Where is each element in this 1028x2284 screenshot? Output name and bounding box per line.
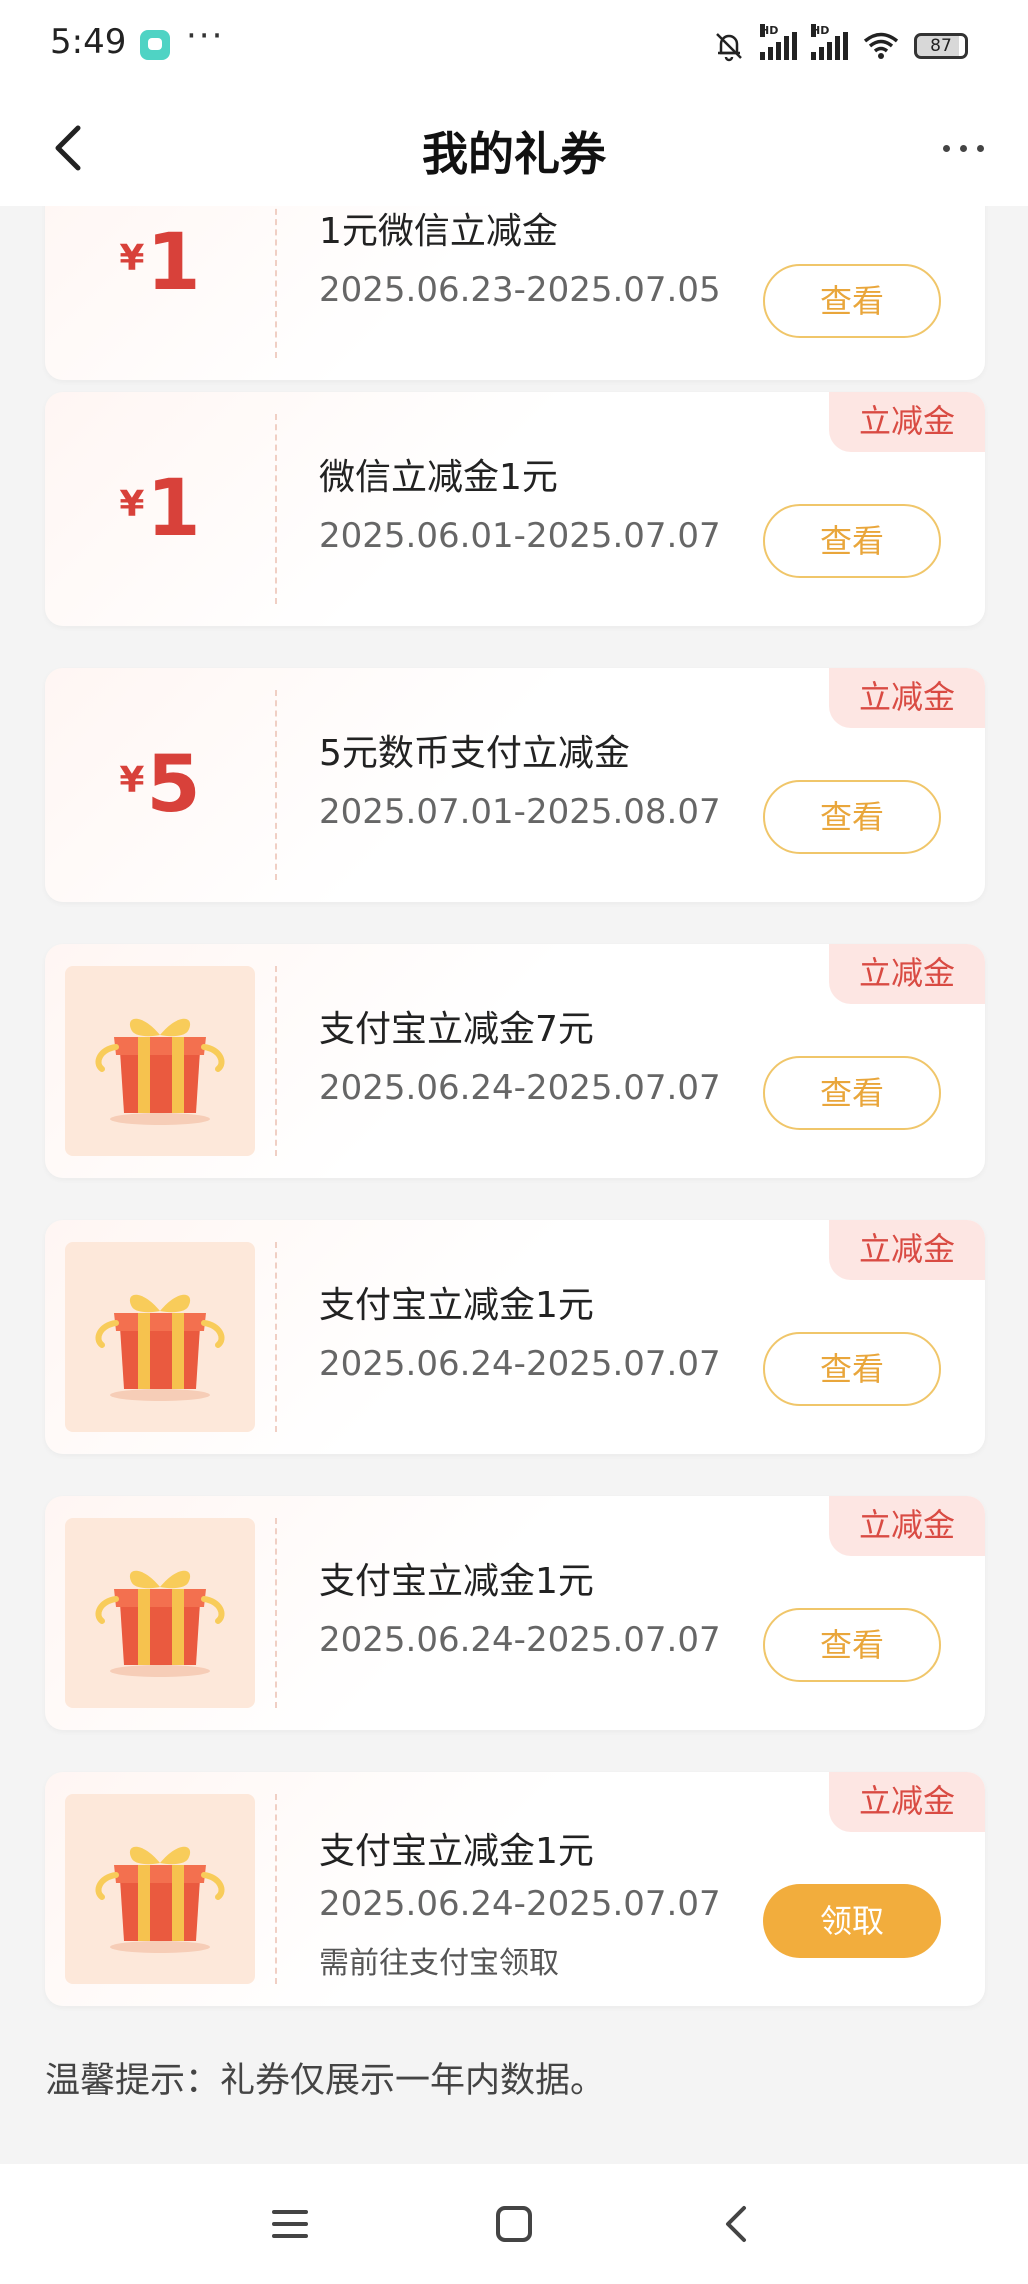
coupon-card[interactable]: 立减金 支付宝立减金1元 2025.06.24-2025.07.07 需前往支付… xyxy=(45,1772,985,2006)
wifi-icon xyxy=(863,32,899,59)
coupon-amount: 1 xyxy=(146,218,201,308)
signal-icon-2: HD xyxy=(811,24,848,60)
mute-bell-icon xyxy=(716,33,742,62)
battery-indicator: 87 xyxy=(914,33,968,59)
signal-icon-1: HD xyxy=(760,24,797,60)
coupon-date: 2025.06.24-2025.07.07 xyxy=(319,1068,721,1108)
view-button[interactable]: 查看 xyxy=(763,1332,941,1406)
coupon-type-tag: 立减金 xyxy=(829,1220,985,1280)
dot-icon xyxy=(942,144,950,152)
coupon-type-tag: 立减金 xyxy=(829,392,985,452)
coupon-title: 支付宝立减金1元 xyxy=(319,1285,594,1326)
back-nav-button[interactable] xyxy=(708,2194,768,2254)
status-bar: 5:49 ··· HD HD 87 xyxy=(0,0,1028,90)
coupon-title: 微信立减金1元 xyxy=(319,457,558,498)
tip-text: 温馨提示：礼券仅展示一年内数据。 xyxy=(45,2061,606,2101)
view-button[interactable]: 查看 xyxy=(763,780,941,854)
gift-box-icon xyxy=(65,966,255,1156)
coupon-type-tag: 立减金 xyxy=(829,1496,985,1556)
view-button[interactable]: 查看 xyxy=(763,264,941,338)
gift-box-icon xyxy=(65,1242,255,1432)
dot-icon xyxy=(959,144,967,152)
page-title: 我的礼券 xyxy=(422,127,606,181)
currency-symbol: ¥ xyxy=(119,238,145,279)
dashed-divider xyxy=(275,690,277,880)
coupon-title: 5元数币支付立减金 xyxy=(319,733,630,774)
status-time: 5:49 xyxy=(50,22,127,62)
more-notifications-icon: ··· xyxy=(186,16,225,56)
coupon-amount: 5 xyxy=(146,740,201,830)
coupon-thumbnail xyxy=(45,1220,275,1454)
coupon-thumbnail xyxy=(45,1772,275,2006)
currency-symbol: ¥ xyxy=(119,484,145,525)
status-indicators: HD HD 87 xyxy=(712,24,968,66)
coupon-date: 2025.06.24-2025.07.07 xyxy=(319,1884,721,1924)
dashed-divider xyxy=(275,966,277,1156)
chat-notification-icon xyxy=(140,30,170,60)
gift-box-icon xyxy=(65,1794,255,1984)
system-nav-bar xyxy=(0,2164,1028,2284)
menu-button[interactable] xyxy=(260,2194,320,2254)
coupon-title: 支付宝立减金1元 xyxy=(319,1831,594,1872)
coupon-list: ¥1 1元微信立减金 2025.06.23-2025.07.05 查看 立减金 … xyxy=(0,206,1028,2164)
dashed-divider xyxy=(275,414,277,604)
coupon-note: 需前往支付宝领取 xyxy=(319,1946,559,1981)
coupon-value: ¥1 xyxy=(45,206,275,380)
page-header: 我的礼券 xyxy=(0,90,1028,206)
home-icon xyxy=(496,2206,532,2242)
coupon-thumbnail xyxy=(45,944,275,1178)
dashed-divider xyxy=(275,1242,277,1432)
back-icon xyxy=(726,2206,746,2242)
coupon-type-tag: 立减金 xyxy=(829,1772,985,1832)
coupon-date: 2025.06.24-2025.07.07 xyxy=(319,1344,721,1384)
coupon-card[interactable]: 立减金 ¥1 微信立减金1元 2025.06.01-2025.07.07 查看 xyxy=(45,392,985,626)
coupon-card[interactable]: 立减金 支付宝立减金1元 2025.06.24-2025.07.07 查看 xyxy=(45,1220,985,1454)
more-options-button[interactable] xyxy=(928,120,998,176)
coupon-title: 1元微信立减金 xyxy=(319,211,558,252)
coupon-title: 支付宝立减金7元 xyxy=(319,1009,594,1050)
coupon-card[interactable]: 立减金 支付宝立减金7元 2025.06.24-2025.07.07 查看 xyxy=(45,944,985,1178)
coupon-date: 2025.07.01-2025.08.07 xyxy=(319,792,721,832)
currency-symbol: ¥ xyxy=(119,760,145,801)
view-button[interactable]: 查看 xyxy=(763,1056,941,1130)
coupon-date: 2025.06.24-2025.07.07 xyxy=(319,1620,721,1660)
coupon-title: 支付宝立减金1元 xyxy=(319,1561,594,1602)
dot-icon xyxy=(976,144,984,152)
coupon-date: 2025.06.23-2025.07.05 xyxy=(319,270,721,310)
gift-box-icon xyxy=(65,1518,255,1708)
coupon-value: ¥5 xyxy=(45,668,275,902)
coupon-type-tag: 立减金 xyxy=(829,668,985,728)
dashed-divider xyxy=(275,206,277,358)
menu-icon xyxy=(272,2210,308,2238)
coupon-thumbnail xyxy=(45,1496,275,1730)
coupon-amount: 1 xyxy=(146,464,201,554)
home-button[interactable] xyxy=(484,2194,544,2254)
coupon-card[interactable]: ¥1 1元微信立减金 2025.06.23-2025.07.05 查看 xyxy=(45,206,985,380)
dashed-divider xyxy=(275,1518,277,1708)
view-button[interactable]: 查看 xyxy=(763,1608,941,1682)
coupon-type-tag: 立减金 xyxy=(829,944,985,1004)
view-button[interactable]: 查看 xyxy=(763,504,941,578)
coupon-date: 2025.06.01-2025.07.07 xyxy=(319,516,721,556)
dashed-divider xyxy=(275,1794,277,1984)
coupon-card[interactable]: 立减金 ¥5 5元数币支付立减金 2025.07.01-2025.08.07 查… xyxy=(45,668,985,902)
claim-button[interactable]: 领取 xyxy=(763,1884,941,1958)
coupon-card[interactable]: 立减金 支付宝立减金1元 2025.06.24-2025.07.07 查看 xyxy=(45,1496,985,1730)
coupon-value: ¥1 xyxy=(45,392,275,626)
